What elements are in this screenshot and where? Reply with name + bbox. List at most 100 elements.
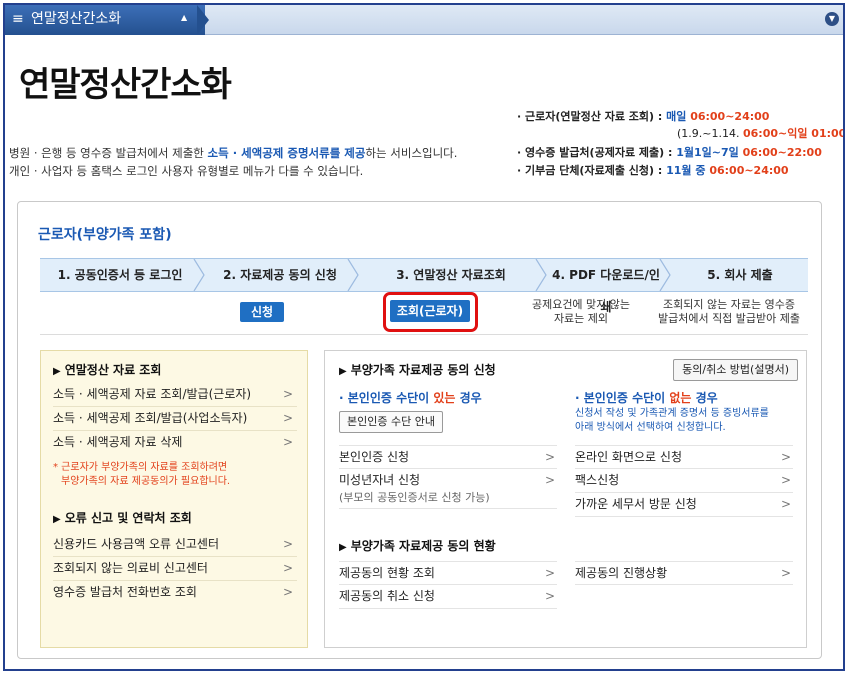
step-1-login: 1. 공동인증서 등 로그인 <box>57 268 183 282</box>
link-delete-data[interactable]: 소득 · 세액공제 자료 삭제 > <box>53 431 297 455</box>
schedule-issuer: · 영수증 발급처(공제자료 제출) : 1월1일~7일 06:00~22:00 <box>517 145 822 161</box>
chevron-right-icon: > <box>282 411 293 425</box>
hamburger-icon[interactable]: ≡ <box>12 11 24 27</box>
divider <box>40 334 808 335</box>
auth-yes-emph: 있는 <box>433 391 456 405</box>
link-label: 제공동의 현황 조회 <box>339 566 435 580</box>
link-label: 조회되지 않는 의료비 신고센터 <box>53 561 208 575</box>
top-menu-bar: ≡ 연말정산간소화 ▲ ▼ <box>5 5 843 35</box>
note-line2: 아래 방식에서 선택하여 신청합니다. <box>575 422 726 433</box>
section-title: 부양가족 자료제공 동의 신청 <box>350 363 496 377</box>
triangle-right-icon: ▶ <box>339 542 347 553</box>
link-label: 소득 · 세액공제 자료 삭제 <box>53 435 183 449</box>
note-line1: 신청서 작성 및 가족관계 증명서 등 증빙서류를 <box>575 408 769 419</box>
link-label: 소득 · 세액공제 자료 조회/발급(근로자) <box>53 387 252 401</box>
chevron-right-icon: > <box>544 473 555 487</box>
link-office-visit[interactable]: 가까운 세무서 방문 신청 > <box>575 493 793 517</box>
note-line1: * 근로자가 부양가족의 자료를 조회하려면 <box>53 462 228 473</box>
link-label: 영수증 발급처 전화번호 조회 <box>53 585 197 599</box>
schedule-worker-days: 매일 <box>666 110 691 123</box>
page-title: 연말정산간소화 <box>19 65 232 105</box>
service-description-line2: 개인 · 사업자 등 홈택스 로그인 사용자 유형별로 메뉴가 다를 수 있습니… <box>9 164 364 178</box>
process-steps: 1. 공동인증서 등 로그인 2. 자료제공 동의 신청 3. 연말정산 자료조… <box>40 258 808 314</box>
schedule-donation-hours: 06:00~24:00 <box>709 164 789 177</box>
dependent-note: * 근로자가 부양가족의 자료를 조회하려면부양가족의 자료 제공동의가 필요합… <box>53 461 230 489</box>
step-chevron-icon <box>535 259 547 291</box>
schedule-worker-extended: (1.9.~1.14. 06:00~익일 01:00) <box>677 126 845 142</box>
chevron-right-icon: > <box>282 387 293 401</box>
menu-title[interactable]: 연말정산간소화 <box>31 10 121 28</box>
section-head-query: ▶ 연말정산 자료 조회 <box>53 361 161 378</box>
collapse-toggle-icon[interactable]: ▼ <box>825 12 839 26</box>
consent-apply-button[interactable]: 신청 <box>240 302 284 322</box>
section-head-status: ▶ 부양가족 자료제공 동의 현황 <box>339 537 496 554</box>
link-consent-progress[interactable]: 제공동의 진행상황 > <box>575 561 793 585</box>
section-head-error: ▶ 오류 신고 및 연락처 조회 <box>53 509 192 526</box>
chevron-right-icon: > <box>282 561 293 575</box>
service-description-line1: 병원 · 은행 등 영수증 발급처에서 제출한 소득 · 세액공제 증명서류를 … <box>9 145 457 161</box>
link-worker-query[interactable]: 소득 · 세액공제 자료 조회/발급(근로자) > <box>53 383 297 407</box>
menu-tab[interactable]: ≡ 연말정산간소화 ▲ <box>5 5 205 35</box>
link-consent-cancel[interactable]: 제공동의 취소 신청 > <box>339 585 557 609</box>
step-5-submit: 5. 회사 제출 <box>707 268 773 282</box>
section-title: 부양가족 자료제공 동의 현황 <box>350 539 496 553</box>
desc1-highlight: 소득 · 세액공제 증명서류를 제공 <box>207 146 366 160</box>
link-card-error[interactable]: 신용카드 사용금액 오류 신고센터 > <box>53 533 297 557</box>
auth-guide-button[interactable]: 본인인증 수단 안내 <box>339 411 443 433</box>
link-label: 본인인증 신청 <box>339 450 410 464</box>
step-2-consent: 2. 자료제공 동의 신청 <box>223 268 337 282</box>
schedule-donation-days: 11월 중 <box>666 164 710 177</box>
schedule-worker: · 근로자(연말정산 자료 조회) : 매일 06:00~24:00 <box>517 109 769 125</box>
auth-yes-pre: · 본인인증 수단이 <box>339 391 434 405</box>
link-label: 제공동의 취소 신청 <box>339 589 435 603</box>
desc1-post: 하는 서비스입니다. <box>365 146 458 160</box>
step-chevron-icon <box>193 259 205 291</box>
link-label: 가까운 세무서 방문 신청 <box>575 497 697 511</box>
panel-title: 근로자(부양가족 포함) <box>38 227 172 243</box>
schedule-issuer-hours: 06:00~22:00 <box>742 146 822 159</box>
chevron-right-icon: > <box>282 435 293 449</box>
link-label: 신용카드 사용금액 오류 신고센터 <box>53 537 220 551</box>
link-fax-apply[interactable]: 팩스신청 > <box>575 469 793 493</box>
link-business-query[interactable]: 소득 · 세액공제 조회/발급(사업소득자) > <box>53 407 297 431</box>
link-medical-report[interactable]: 조회되지 않는 의료비 신고센터 > <box>53 557 297 581</box>
chevron-right-icon: > <box>780 450 791 464</box>
auth-no-post: 경우 <box>691 391 718 405</box>
caret-up-icon[interactable]: ▲ <box>181 13 187 22</box>
chevron-right-icon: > <box>780 473 791 487</box>
chevron-right-icon: > <box>282 537 293 551</box>
triangle-right-icon: ▶ <box>53 514 61 525</box>
minor-apply-sub: (부모의 공동인증서로 신청 가능) <box>339 491 490 504</box>
link-label: 제공동의 진행상황 <box>575 566 668 580</box>
link-label: 팩스신청 <box>575 473 620 487</box>
triangle-right-icon: ▶ <box>53 366 61 377</box>
query-links-box: ▶ 연말정산 자료 조회 소득 · 세액공제 자료 조회/발급(근로자) > 소득 … <box>40 350 308 648</box>
link-self-auth-apply[interactable]: 본인인증 신청 > <box>339 445 557 469</box>
auth-unavailable-heading: · 본인인증 수단이 없는 경우 <box>575 389 718 406</box>
app-window: ≡ 연말정산간소화 ▲ ▼ 연말정산간소화 병원 · 은행 등 영수증 발급처에… <box>3 3 845 671</box>
worker-query-button[interactable]: 조회(근로자) <box>390 300 470 322</box>
schedule-donation: · 기부금 단체(자료제출 신청) : 11월 중 06:00~24:00 <box>517 163 789 179</box>
step-3-query: 3. 연말정산 자료조회 <box>396 268 506 282</box>
triangle-right-icon: ▶ <box>339 366 347 377</box>
guide-manual-button[interactable]: 동의/취소 방법(설명서) <box>673 359 798 381</box>
section-title: 오류 신고 및 연락처 조회 <box>64 511 192 525</box>
worker-panel: 근로자(부양가족 포함) 1. 공동인증서 등 로그인 2. 자료제공 동의 신… <box>17 201 822 659</box>
consent-box: ▶ 부양가족 자료제공 동의 신청 동의/취소 방법(설명서) · 본인인증 수단… <box>324 350 807 648</box>
step5-note: 조회되지 않는 자료는 영수증 발급처에서 직접 발급받아 제출 <box>656 298 802 326</box>
chevron-right-icon: > <box>282 585 293 599</box>
schedule-extended-hours: 06:00~익일 01:00 <box>742 127 845 140</box>
auth-unavailable-note: 신청서 작성 및 가족관계 증명서 등 증빙서류를아래 방식에서 선택하여 신청… <box>575 407 769 435</box>
link-issuer-phone[interactable]: 영수증 발급처 전화번호 조회 > <box>53 581 297 605</box>
link-status-query[interactable]: 제공동의 현황 조회 > <box>339 561 557 585</box>
note-line2: 부양가족의 자료 제공동의가 필요합니다. <box>61 476 231 487</box>
auth-no-pre: · 본인인증 수단이 <box>575 391 670 405</box>
link-online-apply[interactable]: 온라인 화면으로 신청 > <box>575 445 793 469</box>
step4-note: 공제요건에 맞지 않는 자료는 제외 <box>526 298 636 326</box>
chevron-right-icon: > <box>544 566 555 580</box>
step-4-pdf: 4. PDF 다운로드/인쇄 <box>552 268 660 314</box>
schedule-issuer-label: · 영수증 발급처(공제자료 제출) : <box>517 146 677 159</box>
schedule-worker-hours: 06:00~24:00 <box>690 110 770 123</box>
chevron-right-icon: > <box>544 589 555 603</box>
chevron-right-icon: > <box>780 497 791 511</box>
